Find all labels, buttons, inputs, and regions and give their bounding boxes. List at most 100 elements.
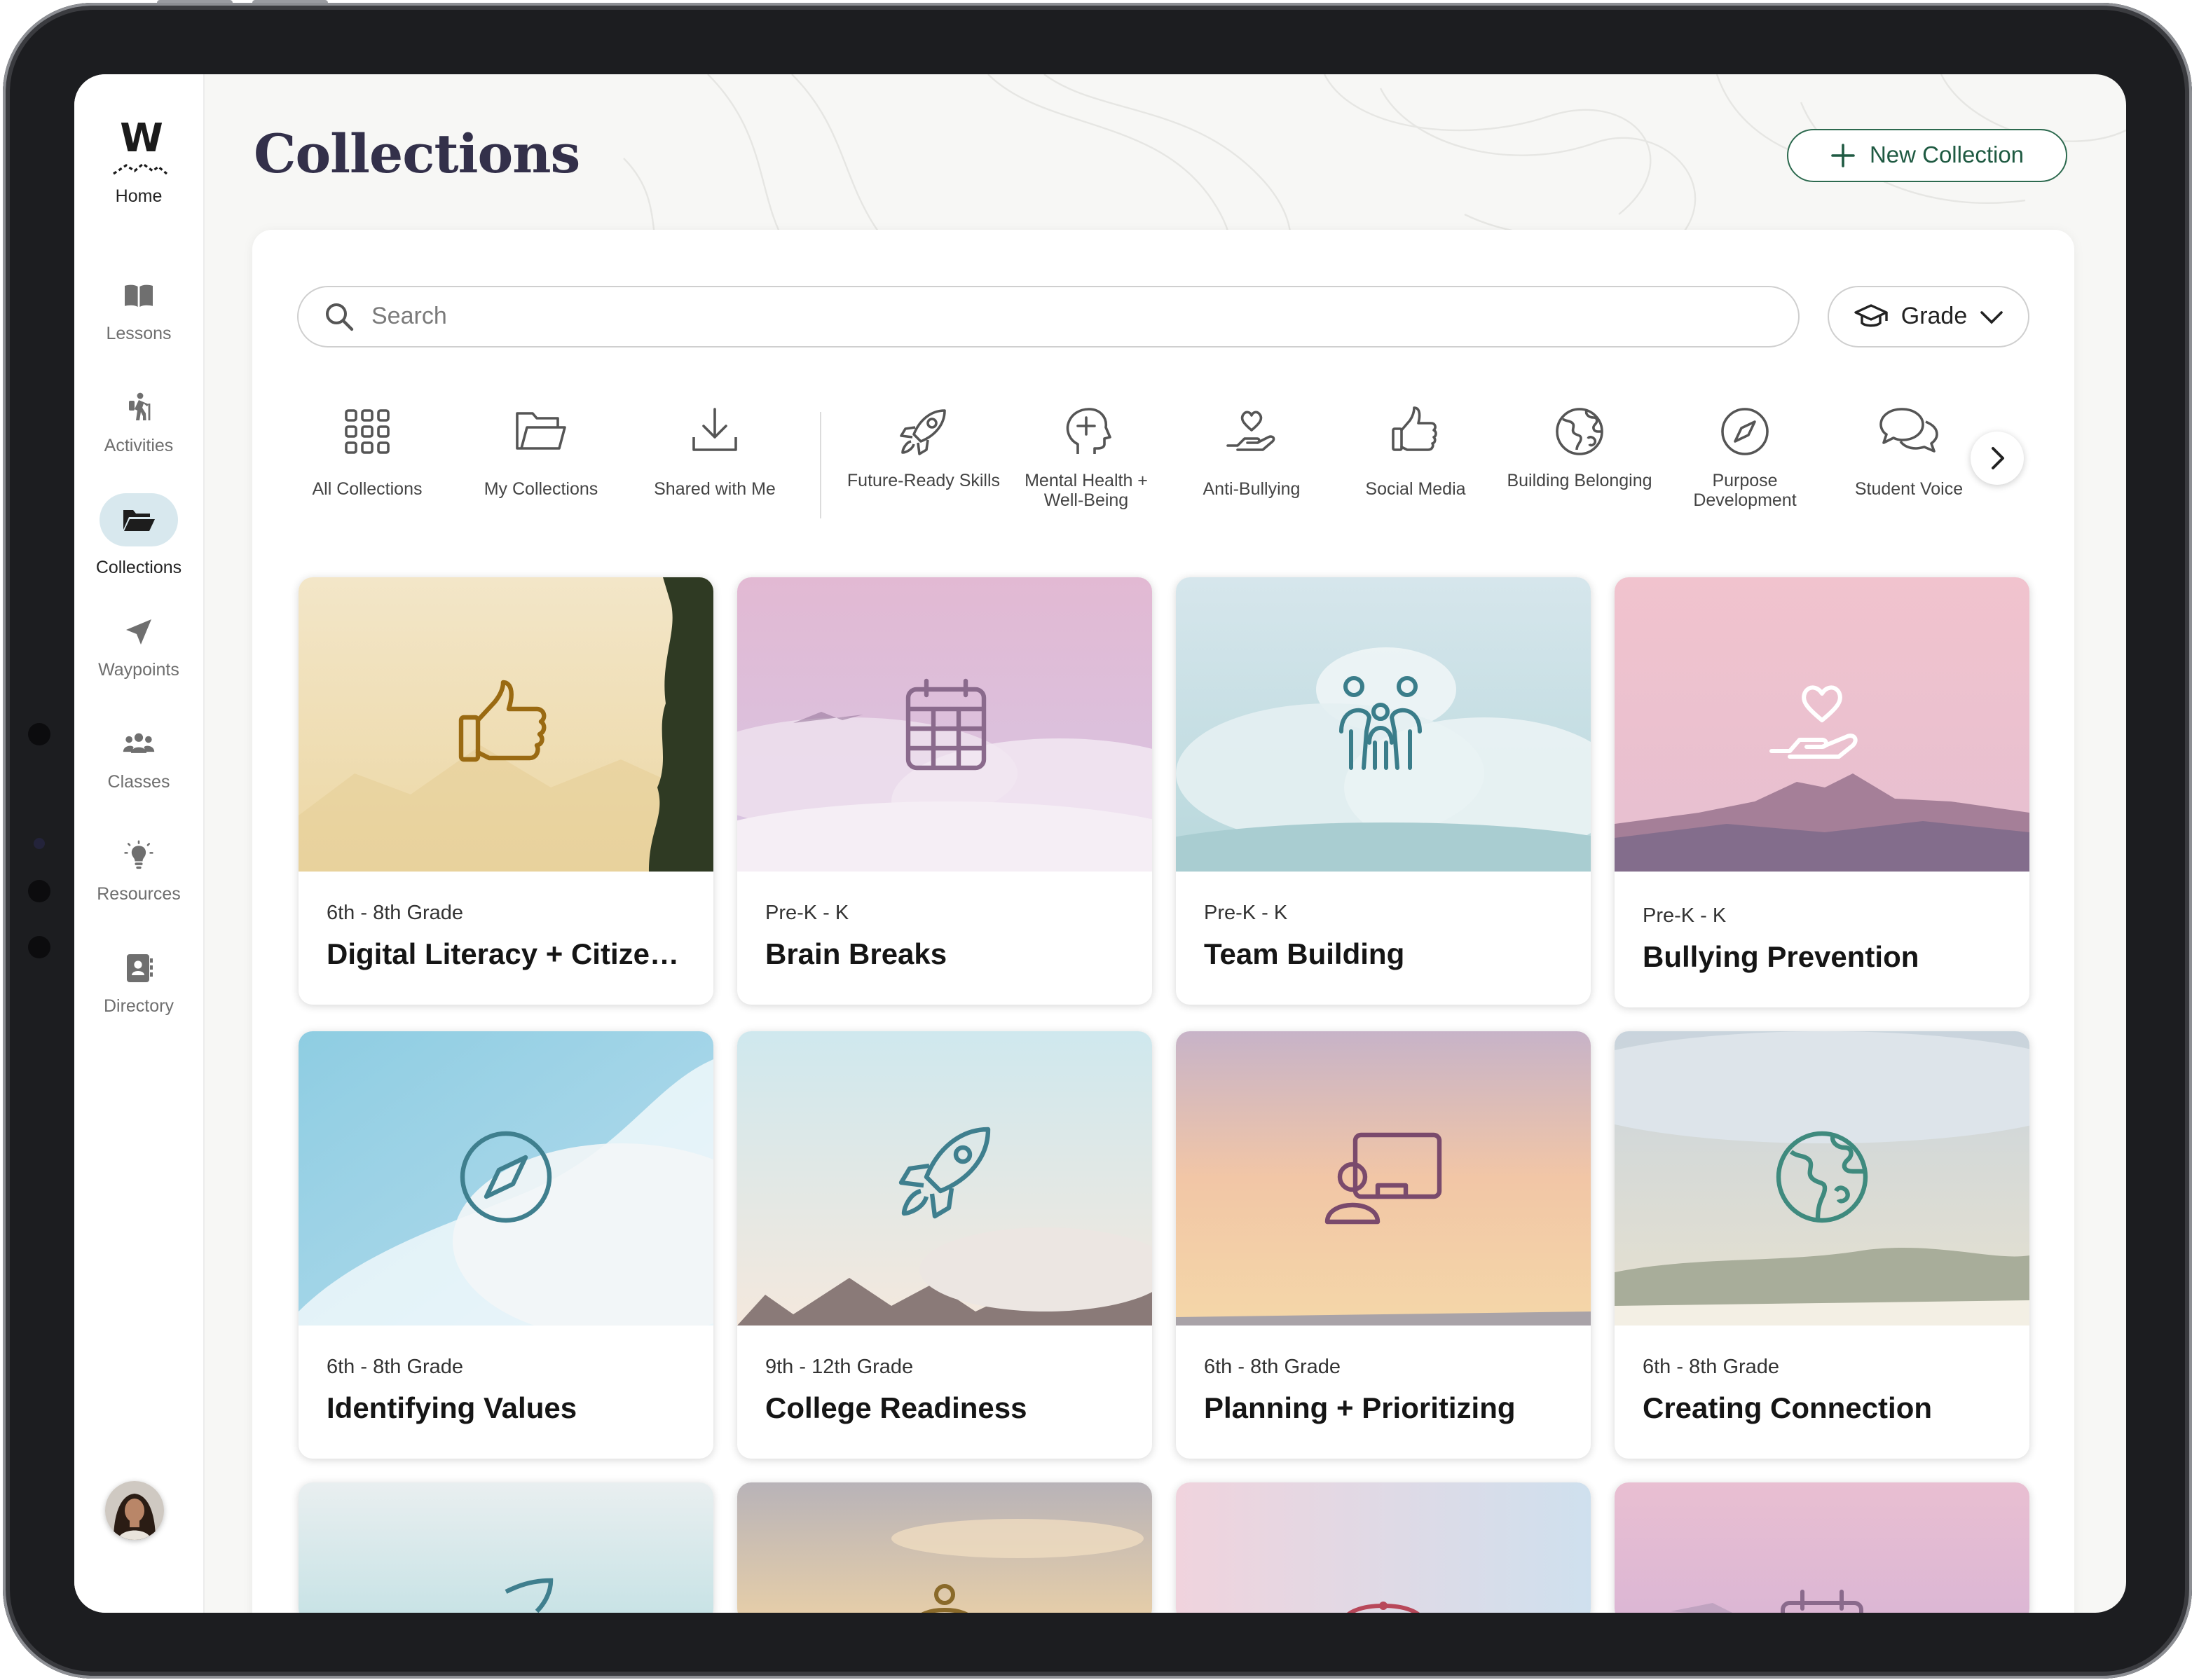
search-bar[interactable] — [297, 286, 1800, 347]
category-label: Shared with Me — [654, 479, 776, 499]
card-image — [1176, 577, 1591, 872]
compass-icon — [1721, 408, 1769, 455]
sidebar-item-label: Activities — [104, 436, 174, 455]
sidebar: W Home Lessons Activities Collections Wa… — [74, 74, 205, 1613]
grade-filter-dropdown[interactable]: Grade — [1828, 286, 2029, 347]
collection-card[interactable] — [1615, 1482, 2029, 1613]
category-mental-health[interactable]: Mental Health + Well-Being — [1003, 404, 1169, 510]
folder-open-icon — [123, 510, 155, 531]
card-title: Planning + Prioritizing — [1204, 1393, 1516, 1425]
home-logo[interactable]: W — [109, 118, 171, 181]
globe-icon — [1556, 408, 1603, 455]
card-image — [1176, 1482, 1591, 1613]
card-image — [1615, 1482, 2029, 1613]
camera-dot — [28, 936, 50, 958]
card-image — [737, 1482, 1152, 1613]
category-divider — [820, 412, 821, 518]
collection-card[interactable]: 6th - 8th Grade Creating Connection — [1615, 1031, 2029, 1459]
sidebar-item-label: Directory — [103, 996, 174, 1016]
collection-card[interactable]: 6th - 8th Grade Identifying Values — [299, 1031, 713, 1459]
collection-card[interactable]: Pre-K - K Brain Breaks — [737, 577, 1152, 1005]
camera-dot — [28, 723, 50, 745]
user-photo — [105, 1481, 164, 1540]
card-title: Digital Literacy + Citizenship — [327, 939, 694, 971]
collection-card[interactable]: Pre-K - K Bullying Prevention — [1615, 577, 2029, 1007]
sidebar-item-lessons[interactable]: Lessons — [74, 279, 203, 343]
category-social-media[interactable]: Social Media — [1333, 404, 1498, 499]
avatar[interactable] — [105, 1481, 164, 1540]
card-title: Identifying Values — [327, 1393, 577, 1425]
home-label[interactable]: Home — [74, 186, 203, 206]
card-image — [737, 577, 1152, 872]
card-title: Bullying Prevention — [1643, 942, 1919, 974]
category-anti-bullying[interactable]: Anti-Bullying — [1169, 404, 1334, 499]
grade-filter-label: Grade — [1900, 303, 1968, 329]
sidebar-item-label: Lessons — [106, 324, 172, 343]
plus-icon — [1831, 144, 1855, 167]
category-building-belonging[interactable]: Building Belonging — [1497, 404, 1662, 490]
card-grade: 6th - 8th Grade — [1643, 1356, 1780, 1379]
category-future-ready-skills[interactable]: Future-Ready Skills — [841, 404, 1006, 490]
collection-card[interactable]: 6th - 8th Grade Planning + Prioritizing — [1176, 1031, 1591, 1459]
lightbulb-icon — [124, 840, 153, 869]
category-shared-with-me[interactable]: Shared with Me — [632, 404, 797, 499]
contact-book-icon — [127, 954, 153, 982]
collection-card[interactable]: 6th - 8th Grade Digital Literacy + Citiz… — [299, 577, 713, 1005]
card-title: Brain Breaks — [765, 939, 947, 971]
graduation-cap-icon — [1855, 304, 1889, 327]
card-image — [1615, 577, 2029, 872]
sidebar-item-activities[interactable]: Activities — [74, 391, 203, 455]
collection-card[interactable]: Pre-K - K Team Building — [1176, 577, 1591, 1005]
category-my-collections[interactable]: My Collections — [458, 404, 624, 499]
category-student-voice[interactable]: Student Voice — [1826, 404, 1992, 499]
heart-hand-icon — [1226, 411, 1275, 451]
card-grade: 6th - 8th Grade — [327, 902, 464, 925]
search-icon — [326, 303, 354, 331]
sidebar-item-directory[interactable]: Directory — [74, 951, 203, 1016]
search-input[interactable] — [369, 301, 1636, 332]
sidebar-item-waypoints[interactable]: Waypoints — [74, 615, 203, 680]
collection-card[interactable] — [737, 1482, 1152, 1613]
sidebar-item-classes[interactable]: Classes — [74, 727, 203, 792]
card-grade: Pre-K - K — [765, 902, 849, 925]
card-grade: 6th - 8th Grade — [1204, 1356, 1341, 1379]
thumbs-up-icon — [1392, 406, 1437, 451]
collection-card[interactable] — [299, 1482, 713, 1613]
sidebar-item-label: Collections — [95, 558, 182, 577]
chevron-right-icon — [1992, 447, 2004, 469]
category-next-button[interactable] — [1971, 432, 2024, 485]
card-image — [299, 1031, 713, 1326]
people-group-icon — [123, 733, 155, 753]
card-grade: Pre-K - K — [1204, 902, 1288, 925]
card-image — [299, 577, 713, 872]
card-title: College Readiness — [765, 1393, 1027, 1425]
book-icon — [125, 284, 153, 307]
category-label: Purpose Development — [1693, 471, 1797, 510]
category-purpose-development[interactable]: Purpose Development — [1662, 404, 1828, 510]
card-image — [299, 1482, 713, 1613]
category-label: Mental Health + Well-Being — [1025, 471, 1148, 510]
collection-card[interactable]: 9th - 12th Grade College Readiness — [737, 1031, 1152, 1459]
sidebar-item-resources[interactable]: Resources — [74, 839, 203, 904]
hiker-icon — [129, 392, 151, 420]
active-indicator — [100, 493, 178, 546]
category-label: Future-Ready Skills — [847, 471, 1001, 490]
new-collection-button[interactable]: New Collection — [1787, 129, 2067, 182]
category-all-collections[interactable]: All Collections — [285, 404, 450, 499]
new-collection-label: New Collection — [1869, 142, 2025, 167]
card-title: Team Building — [1204, 939, 1405, 971]
head-plus-icon — [1066, 408, 1111, 454]
chevron-down-icon — [1980, 311, 2003, 324]
category-filter-row: All Collections My Collections Shared wi… — [252, 404, 2074, 530]
category-label: Social Media — [1365, 479, 1466, 499]
collections-panel: Grade All Collections — [252, 230, 2074, 1613]
sidebar-item-label: Classes — [107, 772, 170, 792]
sidebar-item-collections[interactable]: Collections — [74, 493, 203, 577]
grid-icon — [345, 409, 390, 454]
sidebar-item-label: Waypoints — [98, 660, 179, 680]
collection-card[interactable] — [1176, 1482, 1591, 1613]
category-label: My Collections — [484, 479, 598, 499]
category-label: All Collections — [312, 479, 423, 499]
card-grade: Pre-K - K — [1643, 905, 1727, 928]
category-label: Anti-Bullying — [1203, 479, 1301, 499]
